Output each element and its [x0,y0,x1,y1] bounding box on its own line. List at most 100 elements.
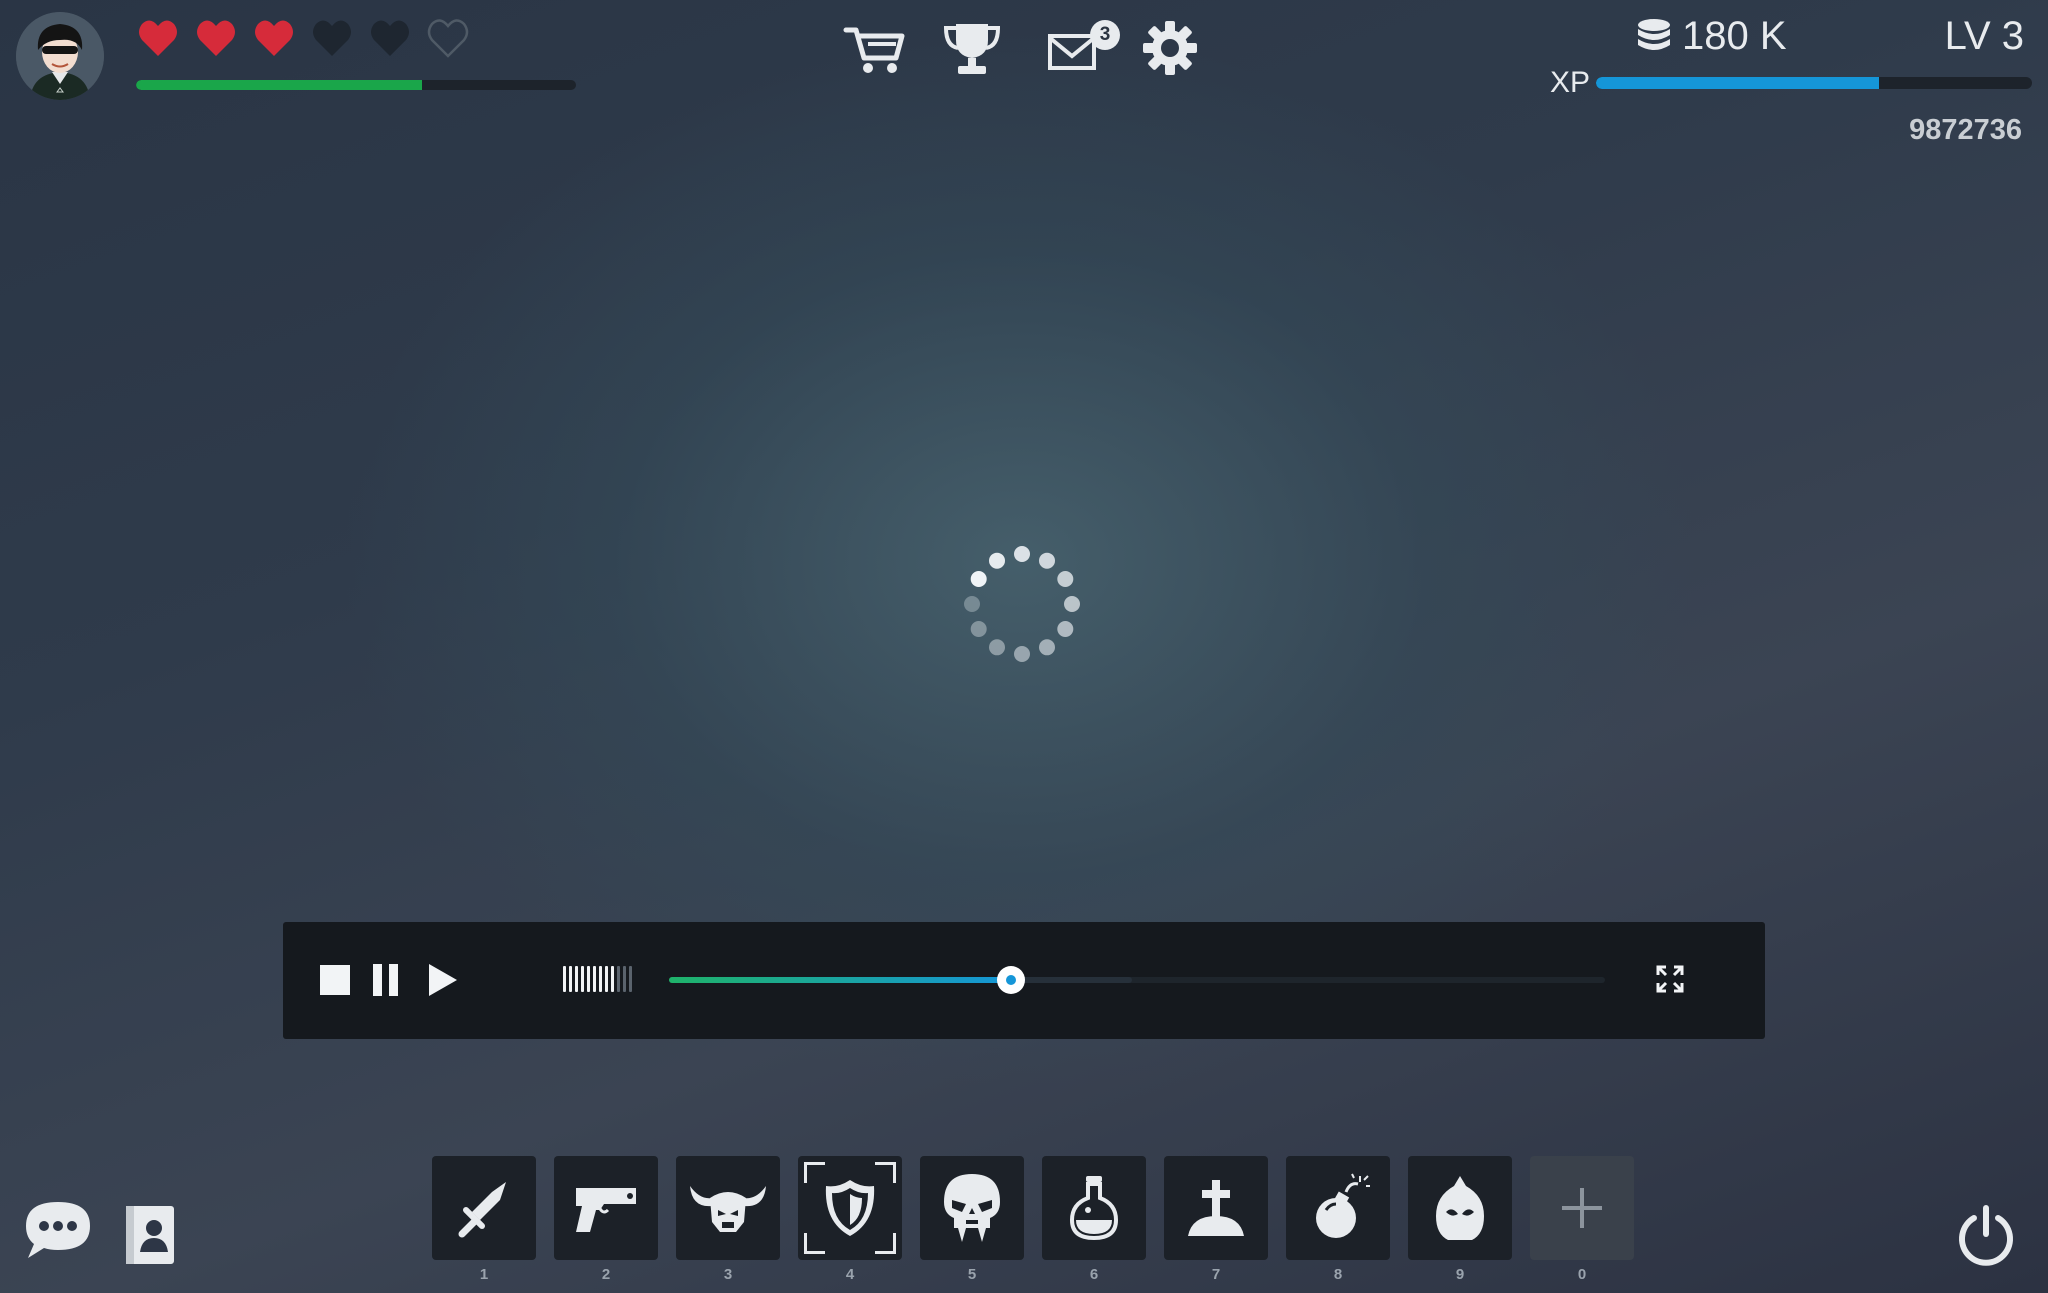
hotbar-slot-box[interactable] [1408,1156,1512,1260]
volume-tick [611,966,614,992]
hotbar-slot-box[interactable] [920,1156,1024,1260]
volume-tick [575,966,578,992]
hotbar-slot-box-selected[interactable] [798,1156,902,1260]
hotbar-slot-box[interactable] [1042,1156,1146,1260]
spinner-dot [1057,571,1074,587]
heart-icon-full [255,20,293,57]
xp-label: XP [1550,66,1591,99]
horned-helmet-icon [690,1186,766,1232]
hotbar-slot-key: 0 [1577,1266,1587,1283]
hotbar-slot-1[interactable]: 1 [432,1156,536,1283]
seek-progress [669,977,1011,983]
volume-tick [593,966,596,992]
sword-icon [458,1182,506,1238]
hotbar-slot-box[interactable] [676,1156,780,1260]
selection-corner [875,1162,896,1183]
hotbar-slot-8[interactable]: 8 [1286,1156,1390,1283]
volume-tick [581,966,584,992]
selection-corner [875,1233,896,1254]
fullscreen-button[interactable] [1655,964,1685,994]
volume-slider[interactable] [563,966,632,992]
shop-button[interactable] [842,18,906,78]
coins-icon [1638,18,1670,50]
hotbar-slot-key: 3 [723,1266,733,1283]
hotbar-slot-add[interactable]: 0 [1530,1156,1634,1283]
level-label: LV 3 [1944,14,2024,58]
volume-tick [563,966,566,992]
pistol-icon [576,1188,636,1232]
spinner-dot [1039,552,1055,569]
avatar-icon [16,12,104,100]
seek-thumb[interactable] [996,966,1025,994]
contacts-icon [126,1206,174,1264]
hood-icon [1436,1176,1484,1240]
hotbar-slot-2[interactable]: 2 [554,1156,658,1283]
spinner-dot [970,571,987,587]
volume-tick [605,966,608,992]
stop-button[interactable] [315,960,355,1000]
pause-button[interactable] [367,960,407,1000]
seek-bar[interactable] [669,966,1605,994]
hotbar-slot-3[interactable]: 3 [676,1156,780,1283]
player-avatar[interactable] [16,12,104,100]
settings-button[interactable] [1138,18,1202,78]
spinner-dot [989,639,1005,656]
health-bar-fill [136,80,422,90]
spinner-dot [964,596,980,612]
vampire-skull-icon [944,1174,1000,1242]
hotbar-slot-5[interactable]: 5 [920,1156,1024,1283]
hotbar-slot-key: 4 [845,1266,855,1283]
selection-corner [804,1233,825,1254]
shield-icon [825,1180,875,1236]
power-button[interactable] [1954,1204,2018,1268]
hotbar-slot-key: 5 [967,1266,977,1283]
score-value: 9872736 [1909,114,2022,146]
xp-bar-fill [1596,77,1880,89]
plus-icon [1562,1188,1602,1228]
hotbar-slot-key: 8 [1333,1266,1343,1283]
hotbar: 1 2 3 4 5 6 7 8 9 0 [432,1156,1652,1283]
heart-icon-full [139,20,177,57]
heart-icon-outline [427,19,469,58]
hotbar-slot-7[interactable]: 7 [1164,1156,1268,1283]
play-button[interactable] [423,960,463,1000]
spinner-dot [970,621,987,637]
hotbar-slot-9[interactable]: 9 [1408,1156,1512,1283]
trophy-icon [943,24,1001,74]
hotbar-slot-key: 7 [1211,1266,1221,1283]
pause-icon [373,964,398,996]
achievements-button[interactable] [940,18,1004,78]
chat-button[interactable] [22,1198,94,1264]
potion-icon [1069,1176,1119,1241]
fullscreen-icon [1656,965,1684,993]
mail-button[interactable]: 3 [1046,18,1120,78]
contacts-button[interactable] [122,1204,178,1266]
hotbar-slot-key: 6 [1089,1266,1099,1283]
selection-corner [804,1162,825,1183]
health-bar [136,80,576,90]
media-player [283,922,1765,1039]
volume-tick [587,966,590,992]
volume-tick [569,966,572,992]
heart-icon-empty [371,20,409,57]
grave-icon [1188,1180,1244,1236]
coins-display: 180 K [1636,14,1787,59]
cart-icon [843,27,905,73]
mail-badge: 3 [1090,20,1120,50]
hotbar-slot-box[interactable] [1164,1156,1268,1260]
loading-spinner [964,546,1080,662]
volume-tick [599,966,602,992]
spinner-dot [1014,546,1030,562]
volume-tick [629,966,632,992]
hotbar-slot-4[interactable]: 4 [798,1156,902,1283]
add-slot-button[interactable] [1530,1156,1634,1260]
heart-icon-empty [313,20,351,57]
health-hearts [136,16,470,60]
hotbar-slot-box[interactable] [432,1156,536,1260]
hotbar-slot-6[interactable]: 6 [1042,1156,1146,1283]
xp-bar [1596,77,2032,89]
hotbar-slot-box[interactable] [554,1156,658,1260]
play-icon [429,964,457,996]
coins-value: 180 K [1682,14,1787,58]
hotbar-slot-box[interactable] [1286,1156,1390,1260]
